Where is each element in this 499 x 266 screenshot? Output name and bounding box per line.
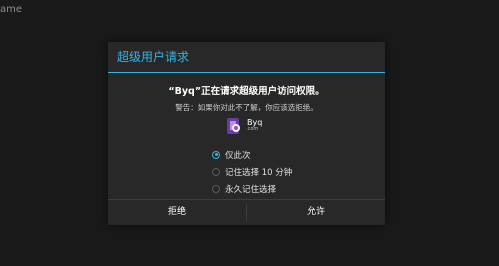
background-app-title: ame [0, 4, 23, 15]
option-label: 永久记住选择 [225, 184, 277, 195]
superuser-request-dialog: 超级用户请求 “Byq”正在请求超级用户访问权限。 警告：如果你对此不了解，你应… [108, 42, 385, 225]
option-label: 仅此次 [225, 150, 251, 161]
option-once[interactable]: 仅此次 [212, 146, 292, 163]
dialog-title: 超级用户请求 [108, 42, 385, 73]
radio-selected-icon[interactable] [212, 150, 220, 159]
remember-options: 仅此次 记住选择 10 分钟 永久记住选择 [212, 146, 292, 197]
dialog-button-bar: 拒绝 允许 [108, 199, 385, 225]
requesting-app: Byq .com [226, 116, 262, 136]
deny-button[interactable]: 拒绝 [108, 200, 246, 225]
app-name: Byq [247, 117, 263, 127]
option-forever[interactable]: 永久记住选择 [212, 180, 292, 197]
option-10-minutes[interactable]: 记住选择 10 分钟 [212, 163, 292, 180]
app-icon [226, 116, 246, 136]
warning-message: 警告：如果你对此不了解，你应该选拒绝。 [175, 103, 318, 112]
radio-unselected-icon[interactable] [212, 167, 220, 176]
radio-unselected-icon[interactable] [212, 184, 220, 193]
allow-button[interactable]: 允许 [247, 200, 385, 225]
request-message: “Byq”正在请求超级用户访问权限。 [168, 86, 325, 97]
option-label: 记住选择 10 分钟 [225, 167, 293, 178]
